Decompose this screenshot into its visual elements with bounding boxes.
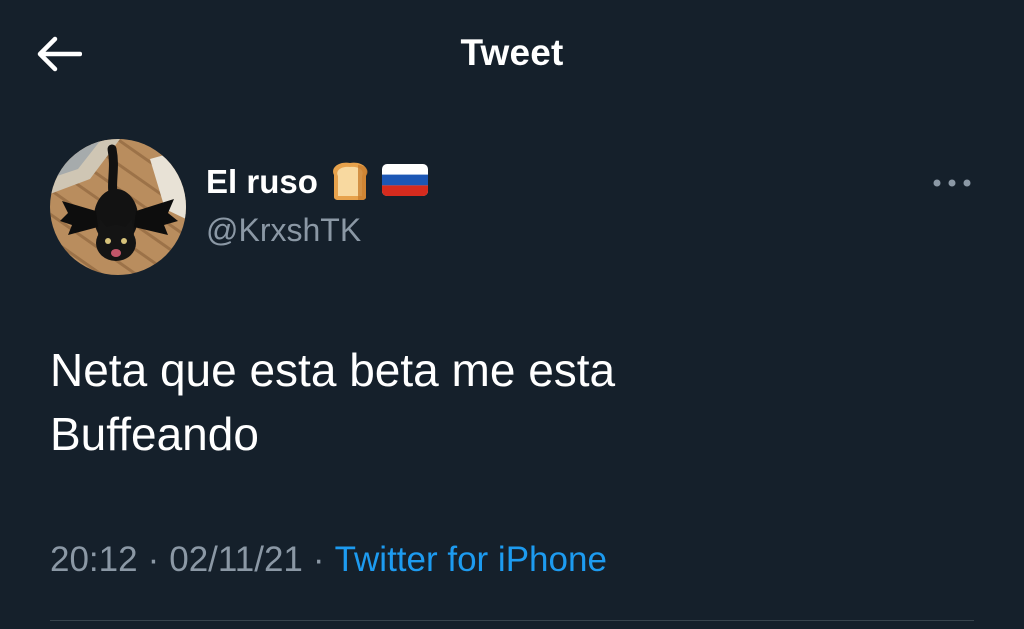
more-options-icon (933, 179, 971, 187)
page-title: Tweet (460, 32, 564, 73)
tweet-date: 02/11/21 (169, 540, 303, 579)
avatar[interactable] (50, 139, 186, 275)
avatar-black-cat-bat-costume (50, 139, 186, 275)
tweet-text: Neta que esta beta me esta Buffeando (50, 344, 616, 460)
more-options-button[interactable] (926, 166, 978, 200)
tweet-detail-screen: Tweet El ruso @KrxshTK Neta que esta bet… (0, 0, 1024, 629)
author-name-row[interactable]: El ruso (206, 158, 428, 206)
author-handle[interactable]: @KrxshTK (206, 212, 361, 249)
display-name: El ruso (206, 163, 318, 200)
russia-flag-emoji (381, 163, 428, 201)
tweet-meta: 20:12 · 02/11/21 · Twitter for iPhone (50, 540, 607, 580)
bread-emoji (328, 159, 372, 206)
meta-separator: · (147, 540, 160, 579)
top-bar: Tweet (0, 0, 1024, 108)
tweet-source-link[interactable]: Twitter for iPhone (335, 540, 607, 580)
divider (50, 620, 974, 621)
tweet-time: 20:12 (50, 540, 138, 579)
meta-separator: · (312, 540, 325, 579)
